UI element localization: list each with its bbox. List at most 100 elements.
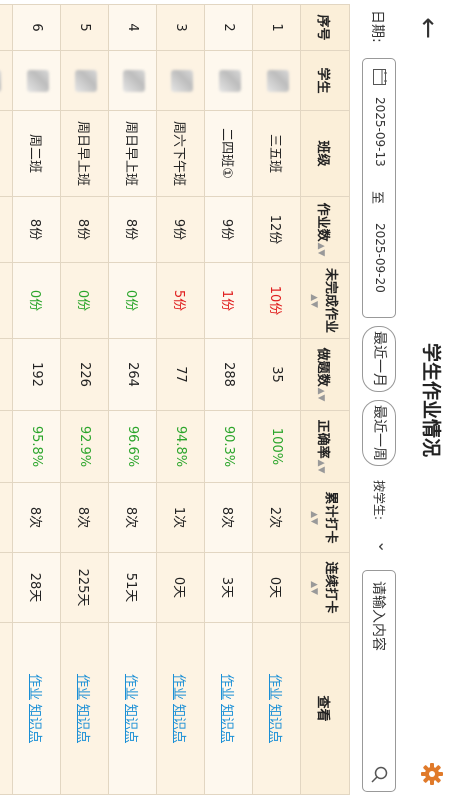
- col-header-streak-checkin[interactable]: 连续打卡▲▼: [300, 552, 350, 623]
- cell-unfinished: 0份: [108, 262, 157, 339]
- cell-questions-done: 264: [108, 338, 157, 411]
- cell-student: [12, 50, 61, 111]
- knowledge-point-link[interactable]: 知识点: [171, 704, 186, 743]
- student-avatar-blurred: [27, 69, 50, 92]
- calendar-icon: [373, 69, 387, 85]
- page-title: 学生作业情况: [420, 342, 442, 457]
- cell-homework-count: 8份: [108, 196, 157, 263]
- cell-accuracy: 95.8%: [12, 410, 61, 483]
- cell-homework-count: 8份: [0, 196, 13, 263]
- cell-questions-done: 288: [204, 338, 253, 411]
- cell-streak-checkin: 0天: [156, 552, 205, 623]
- cell-total-checkin: 8次: [12, 482, 61, 553]
- knowledge-point-link[interactable]: 知识点: [219, 704, 234, 743]
- cell-view: 作业知识点: [156, 622, 205, 795]
- cell-accuracy: 100%: [0, 410, 13, 483]
- student-avatar-blurred: [219, 69, 242, 92]
- cell-student: [0, 50, 13, 111]
- cell-streak-checkin: 71天: [0, 552, 13, 623]
- col-header-index: 序号: [300, 4, 350, 51]
- col-header-total-checkin[interactable]: 累计打卡▲▼: [300, 482, 350, 553]
- cell-total-checkin: 2次: [252, 482, 301, 553]
- cell-total-checkin: 1次: [156, 482, 205, 553]
- cell-accuracy: 90.3%: [204, 410, 253, 483]
- cell-homework-count: 8份: [12, 196, 61, 263]
- cell-questions-done: 77: [156, 338, 205, 411]
- cell-streak-checkin: 51天: [108, 552, 157, 623]
- cell-unfinished: 1份: [204, 262, 253, 339]
- homework-link[interactable]: 作业: [219, 674, 234, 700]
- cell-total-checkin: 8次: [204, 482, 253, 553]
- cell-unfinished: 0份: [0, 262, 13, 339]
- knowledge-point-link[interactable]: 知识点: [75, 704, 90, 743]
- table-row: 2 二四班① 9份 1份 288 90.3% 8次 3天 作业知识点: [204, 4, 253, 795]
- cell-index: 2: [204, 4, 253, 51]
- knowledge-point-link[interactable]: 知识点: [27, 704, 42, 743]
- search-icon[interactable]: [369, 765, 389, 785]
- cell-view: 作业知识点: [60, 622, 109, 795]
- cell-class: 周日早上班: [60, 110, 109, 197]
- table-row: 1 三五班 12份 10份 35 100% 2次 0天作业知识点: [252, 4, 301, 795]
- cell-student: [108, 50, 157, 111]
- cell-accuracy: 100%: [252, 410, 301, 483]
- student-avatar-blurred: [171, 69, 194, 92]
- cell-accuracy: 92.9%: [60, 410, 109, 483]
- col-header-homework-count[interactable]: 作业数▲▼: [300, 196, 350, 263]
- cell-student: [60, 50, 109, 111]
- cell-class: 三五班: [252, 110, 301, 197]
- col-header-unfinished[interactable]: 未完成作业▲▼: [300, 262, 350, 339]
- knowledge-point-link[interactable]: 知识点: [123, 704, 138, 743]
- cell-view: 作业知识点: [0, 622, 13, 795]
- cell-class: 周日早上班: [108, 110, 157, 197]
- filter-bar: 日期: 2025-09-13 至 2025-09-20 最近一月 最近一周 按学…: [358, 10, 398, 792]
- cell-index: 3: [156, 4, 205, 51]
- cell-questions-done: 192: [12, 338, 61, 411]
- header: ← 学生作业情况: [402, 0, 450, 800]
- cell-view: 作业知识点: [108, 622, 157, 795]
- date-range-picker[interactable]: 2025-09-13 至 2025-09-20: [362, 58, 396, 318]
- student-filter-label: 按学生:: [372, 480, 386, 521]
- cell-questions-done: 180: [0, 338, 13, 411]
- student-search-box[interactable]: [362, 570, 396, 792]
- gear-icon[interactable]: [420, 762, 444, 786]
- homework-link[interactable]: 作业: [267, 674, 282, 700]
- student-avatar-blurred: [123, 69, 146, 92]
- knowledge-point-link[interactable]: 知识点: [267, 704, 282, 743]
- col-header-questions-done[interactable]: 做题数▲▼: [300, 338, 350, 411]
- cell-index: 1: [252, 4, 301, 51]
- homework-link[interactable]: 作业: [123, 674, 138, 700]
- recent-month-button[interactable]: 最近一月: [362, 326, 396, 392]
- cell-accuracy: 96.6%: [108, 410, 157, 483]
- date-from: 2025-09-13: [373, 97, 387, 167]
- cell-class: 二四班①: [204, 110, 253, 197]
- cell-homework-count: 9份: [204, 196, 253, 263]
- homework-link[interactable]: 作业: [75, 674, 90, 700]
- cell-student: [252, 50, 301, 111]
- table-row: 6 周二班 8份 0份 192 95.8% 8次 28天 作业知识点: [12, 4, 61, 795]
- cell-index: 4: [108, 4, 157, 51]
- col-header-student: 学生: [300, 50, 350, 111]
- cell-index: 7: [0, 4, 13, 51]
- chevron-down-icon[interactable]: ⌄: [375, 540, 394, 553]
- cell-homework-count: 9份: [156, 196, 205, 263]
- cell-total-checkin: 8次: [108, 482, 157, 553]
- cell-unfinished: 0份: [60, 262, 109, 339]
- cell-unfinished: 10份: [252, 262, 301, 339]
- col-header-view: 查看: [300, 622, 350, 795]
- table-row: 5 周日早上班 8份 0份 226 92.9% 8次 225天 作业知识点: [60, 4, 109, 795]
- cell-view: 作业知识点: [204, 622, 253, 795]
- cell-total-checkin: 8次: [60, 482, 109, 553]
- cell-unfinished: 5份: [156, 262, 205, 339]
- table-row: 3 周六下午班 9份 5份 77 94.8% 1次 0天 作业知识点: [156, 4, 205, 795]
- cell-homework-count: 12份: [252, 196, 301, 263]
- student-homework-table: 序号 学生 班级 作业数▲▼ 未完成作业▲▼ 做题数▲▼ 正确率▲▼ 累计打卡▲…: [0, 4, 350, 795]
- recent-week-button[interactable]: 最近一周: [362, 400, 396, 466]
- cell-streak-checkin: 28天: [12, 552, 61, 623]
- cell-questions-done: 35: [252, 338, 301, 411]
- student-search-input[interactable]: [365, 579, 391, 753]
- student-avatar-blurred: [267, 69, 290, 92]
- homework-link[interactable]: 作业: [27, 674, 42, 700]
- homework-link[interactable]: 作业: [171, 674, 186, 700]
- col-header-accuracy[interactable]: 正确率▲▼: [300, 410, 350, 483]
- cell-streak-checkin: 0天: [252, 552, 301, 623]
